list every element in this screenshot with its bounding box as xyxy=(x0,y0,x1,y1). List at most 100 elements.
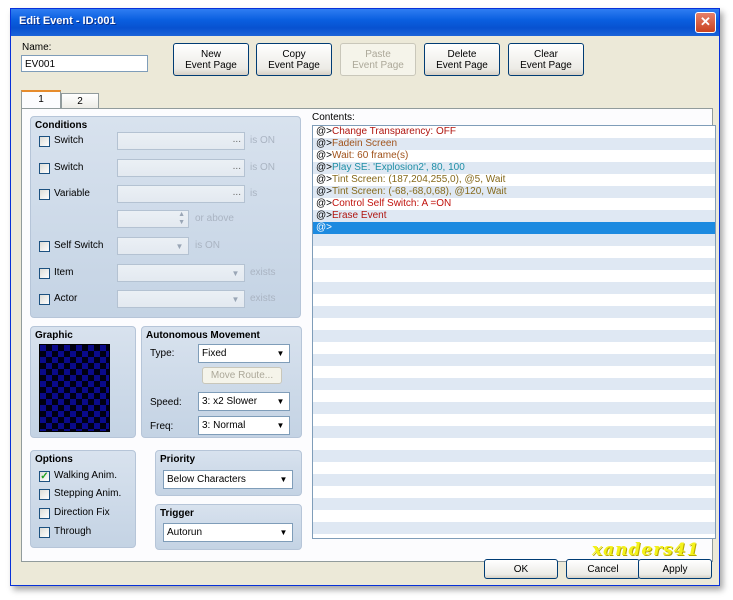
switch2-ellipsis: ... xyxy=(232,161,241,172)
walking-anim-checkbox[interactable]: ✓ xyxy=(39,471,50,482)
command-row[interactable] xyxy=(313,498,715,510)
self-switch-combo[interactable]: ▼ xyxy=(117,237,189,255)
command-row[interactable] xyxy=(313,318,715,330)
priority-title: Priority xyxy=(160,454,196,465)
command-row[interactable] xyxy=(313,294,715,306)
options-group: Options ✓ Walking Anim. Stepping Anim. D… xyxy=(30,450,136,548)
tab-page-2[interactable]: 2 xyxy=(61,93,99,109)
title-bar[interactable]: Edit Event - ID:001 ✕ xyxy=(11,9,719,36)
command-row[interactable]: @>Play SE: 'Explosion2', 80, 100 xyxy=(313,162,715,174)
edit-event-window: Edit Event - ID:001 ✕ Name: EV001 New Ev… xyxy=(10,8,720,586)
direction-fix-checkbox[interactable] xyxy=(39,508,50,519)
command-text: Erase Event xyxy=(332,210,387,221)
command-row[interactable] xyxy=(313,258,715,270)
paste-event-page-button[interactable]: Paste Event Page xyxy=(340,43,416,76)
command-row[interactable]: @>Fadein Screen xyxy=(313,138,715,150)
command-row[interactable] xyxy=(313,378,715,390)
command-prefix: @> xyxy=(316,126,332,137)
command-row[interactable] xyxy=(313,270,715,282)
event-commands-list[interactable]: @>Change Transparency: OFF @>Fadein Scree… xyxy=(312,125,716,539)
apply-button[interactable]: Apply xyxy=(638,559,712,579)
speed-select[interactable]: 3: x2 Slower ▼ xyxy=(198,392,290,411)
clear-event-page-button[interactable]: Clear Event Page xyxy=(508,43,584,76)
switch2-checkbox[interactable] xyxy=(39,163,50,174)
close-button[interactable]: ✕ xyxy=(695,12,716,33)
item-combo[interactable]: ▼ xyxy=(117,264,245,282)
command-text: Fadein Screen xyxy=(332,138,398,149)
command-row[interactable] xyxy=(313,474,715,486)
tab-page-1[interactable]: 1 xyxy=(21,90,61,109)
stepping-anim-checkbox[interactable] xyxy=(39,489,50,500)
command-row[interactable]: @>Tint Screen: (187,204,255,0), @5, Wait xyxy=(313,174,715,186)
freq-value: 3: Normal xyxy=(202,420,246,431)
trigger-title: Trigger xyxy=(160,508,194,519)
autonomous-movement-title: Autonomous Movement xyxy=(146,330,260,341)
command-row[interactable]: @>Wait: 60 frame(s) xyxy=(313,150,715,162)
command-row[interactable] xyxy=(313,450,715,462)
actor-checkbox[interactable] xyxy=(39,294,50,305)
self-switch-suffix: is ON xyxy=(195,240,220,251)
name-label: Name: xyxy=(22,42,52,53)
priority-select[interactable]: Below Characters ▼ xyxy=(163,470,293,489)
command-row[interactable]: @> xyxy=(313,222,715,234)
command-text: Wait: 60 frame(s) xyxy=(332,150,409,161)
speed-label: Speed: xyxy=(150,397,182,408)
conditions-group: Conditions Switch ... is ON Switch ... i… xyxy=(30,116,301,318)
command-row[interactable] xyxy=(313,366,715,378)
name-input[interactable]: EV001 xyxy=(21,55,148,72)
movement-type-select[interactable]: Fixed ▼ xyxy=(198,344,290,363)
command-prefix: @> xyxy=(316,138,332,149)
command-row[interactable] xyxy=(313,330,715,342)
command-row[interactable] xyxy=(313,246,715,258)
self-switch-checkbox[interactable] xyxy=(39,241,50,252)
variable-field[interactable]: ... xyxy=(117,185,245,203)
direction-fix-label: Direction Fix xyxy=(54,507,110,518)
ok-button[interactable]: OK xyxy=(484,559,558,579)
speed-value: 3: x2 Slower xyxy=(202,396,258,407)
command-row[interactable] xyxy=(313,342,715,354)
copy-event-page-button[interactable]: Copy Event Page xyxy=(256,43,332,76)
command-row[interactable] xyxy=(313,390,715,402)
command-row[interactable] xyxy=(313,306,715,318)
command-row[interactable]: @>Change Transparency: OFF xyxy=(313,126,715,138)
command-prefix: @> xyxy=(316,162,332,173)
movement-type-value: Fixed xyxy=(202,348,227,359)
switch1-field[interactable]: ... xyxy=(117,132,245,150)
switch2-field[interactable]: ... xyxy=(117,159,245,177)
command-row[interactable] xyxy=(313,462,715,474)
command-row[interactable]: @>Control Self Switch: A =ON xyxy=(313,198,715,210)
command-row[interactable] xyxy=(313,510,715,522)
chevron-down-icon: ▼ xyxy=(276,397,285,406)
command-row[interactable] xyxy=(313,414,715,426)
variable-ellipsis: ... xyxy=(232,187,241,198)
chevron-down-icon: ▼ xyxy=(276,421,285,430)
command-row[interactable] xyxy=(313,234,715,246)
command-row[interactable] xyxy=(313,438,715,450)
variable-value-spinner[interactable]: ▲ ▼ xyxy=(117,210,189,228)
graphic-preview[interactable] xyxy=(39,344,110,432)
item-checkbox[interactable] xyxy=(39,268,50,279)
through-checkbox[interactable] xyxy=(39,527,50,538)
switch1-suffix: is ON xyxy=(250,135,275,146)
command-text: Control Self Switch: A =ON xyxy=(332,198,452,209)
cancel-button[interactable]: Cancel xyxy=(566,559,640,579)
command-row[interactable] xyxy=(313,354,715,366)
command-text: Tint Screen: (187,204,255,0), @5, Wait xyxy=(332,174,506,185)
move-route-button[interactable]: Move Route... xyxy=(202,367,282,384)
freq-select[interactable]: 3: Normal ▼ xyxy=(198,416,290,435)
spinner-arrows-icon: ▲ ▼ xyxy=(178,211,185,226)
trigger-select[interactable]: Autorun ▼ xyxy=(163,523,293,542)
variable-checkbox[interactable] xyxy=(39,189,50,200)
command-row[interactable] xyxy=(313,426,715,438)
new-event-page-button[interactable]: New Event Page xyxy=(173,43,249,76)
priority-group: Priority Below Characters ▼ xyxy=(155,450,302,496)
switch1-checkbox[interactable] xyxy=(39,136,50,147)
command-row[interactable] xyxy=(313,486,715,498)
actor-combo[interactable]: ▼ xyxy=(117,290,245,308)
command-row[interactable] xyxy=(313,522,715,534)
command-row[interactable] xyxy=(313,282,715,294)
command-row[interactable]: @>Tint Screen: (-68,-68,0,68), @120, Wai… xyxy=(313,186,715,198)
command-row[interactable] xyxy=(313,402,715,414)
command-row[interactable]: @>Erase Event xyxy=(313,210,715,222)
delete-event-page-button[interactable]: Delete Event Page xyxy=(424,43,500,76)
